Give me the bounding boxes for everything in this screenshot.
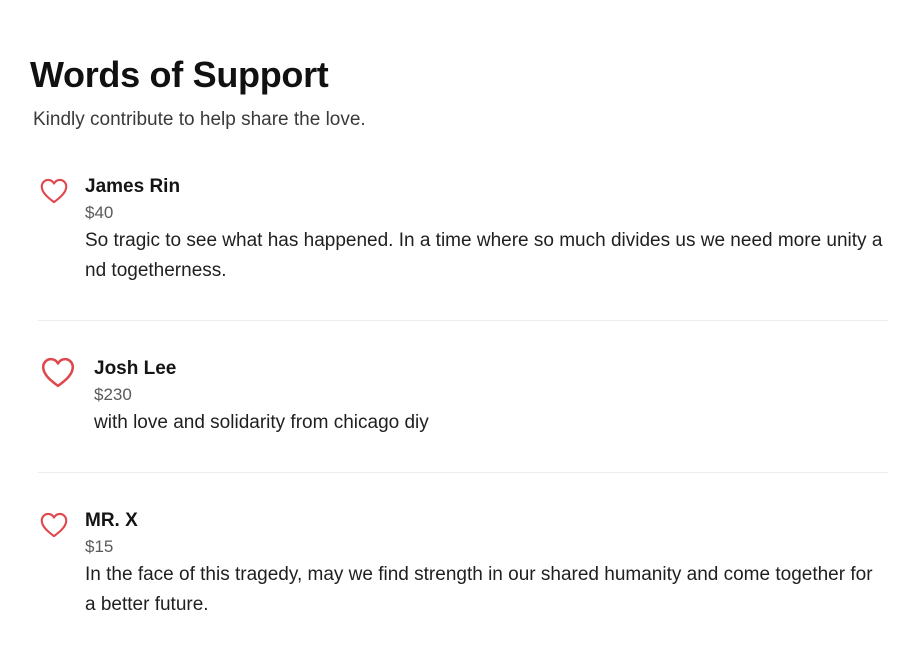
support-message: In the face of this tragedy, may we find… <box>85 564 873 615</box>
donor-name: MR. X <box>85 510 138 531</box>
support-entry: MR. X $15 In the face of this tragedy, m… <box>38 509 888 629</box>
support-entry: James Rin $40 So tragic to see what has … <box>38 175 888 295</box>
page-title: Words of Support <box>30 54 329 95</box>
donor-name: Josh Lee <box>94 358 177 379</box>
entry-content: MR. X $15 In the face of this tragedy, m… <box>85 509 887 620</box>
entry-content: James Rin $40 So tragic to see what has … <box>85 175 883 286</box>
heart-outline-icon[interactable] <box>40 512 68 538</box>
donor-name: James Rin <box>85 176 181 197</box>
support-message: with love and solidarity from chicago di… <box>94 412 429 433</box>
divider <box>38 320 888 321</box>
heart-outline-icon[interactable] <box>41 357 75 388</box>
support-message: So tragic to see what has happened. In a… <box>85 230 883 281</box>
divider <box>38 472 888 473</box>
donation-amount: $230 <box>94 385 132 404</box>
entry-content: Josh Lee $230 with love and solidarity f… <box>94 357 883 438</box>
heart-outline-icon[interactable] <box>40 178 68 204</box>
support-entry: Josh Lee $230 with love and solidarity f… <box>38 357 888 447</box>
donation-amount: $15 <box>85 537 114 556</box>
page-subtitle: Kindly contribute to help share the love… <box>33 109 366 130</box>
donation-amount: $40 <box>85 203 114 222</box>
